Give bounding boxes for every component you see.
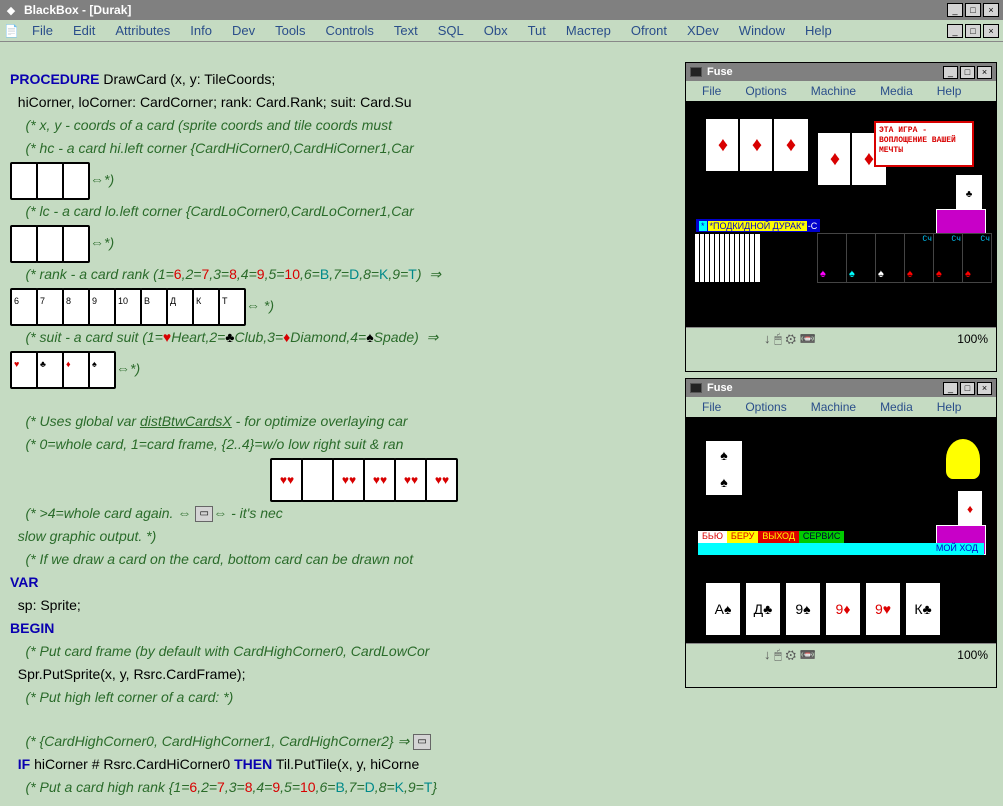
document-icon: 📄 <box>4 24 18 38</box>
fuse-menu-options[interactable]: Options <box>733 398 798 416</box>
btn-beru[interactable]: БЕРУ <box>727 531 758 543</box>
action-bars: БЬЮ БЕРУ ВЫХОД СЕРВИС МОЙ ХОД <box>698 531 984 555</box>
overlay-sprites: ♥♥♥♥♥♥♥♥♥♥ <box>270 458 458 502</box>
fuse-window-2: Fuse _ □ × File Options Machine Media He… <box>685 378 997 688</box>
hand-card[interactable]: 9♠ <box>784 581 822 637</box>
fuse2-screen: ♠♠ ♦ БЬЮ БЕРУ ВЫХОД СЕРВИС МОЙ ХОД A♠ Д♣… <box>686 417 996 643</box>
fuse-menu-media[interactable]: Media <box>868 398 925 416</box>
zoom-level: 100% <box>957 648 988 662</box>
menu-controls[interactable]: Controls <box>315 21 383 40</box>
fuse-menu-help[interactable]: Help <box>925 398 974 416</box>
fuse-icon <box>690 383 702 393</box>
kw-var: VAR <box>10 574 39 590</box>
dealer-face-icon <box>946 439 980 479</box>
side-card: ♦ <box>956 489 984 529</box>
kw-begin: BEGIN <box>10 620 54 636</box>
doc-window-buttons: _ □ × <box>947 24 999 38</box>
doc-close-button[interactable]: × <box>983 24 999 38</box>
fuse-menu-file[interactable]: File <box>690 398 733 416</box>
fuse-menu-machine[interactable]: Machine <box>799 82 868 100</box>
status-icons: ↓ 🖱 ⚙ 📼 <box>764 647 816 663</box>
opponent-stack <box>696 233 761 283</box>
inline-nav-button[interactable]: ▭ <box>413 734 431 750</box>
window-buttons: _ □ × <box>947 3 999 17</box>
hand-card[interactable]: A♠ <box>704 581 742 637</box>
zoom-level: 100% <box>957 332 988 346</box>
menu-tools[interactable]: Tools <box>265 21 315 40</box>
fuse-menu-media[interactable]: Media <box>868 82 925 100</box>
app-icon: ◆ <box>4 3 18 17</box>
hi-corner-sprites <box>10 162 90 200</box>
menu-obx[interactable]: Obx <box>474 21 518 40</box>
fuse2-titlebar: Fuse _ □ × <box>686 379 996 397</box>
fuse1-statusbar: ↓ 🖱 ⚙ 📼 100% <box>686 327 996 349</box>
menu-dev[interactable]: Dev <box>222 21 265 40</box>
turn-indicator: МОЙ ХОД <box>698 543 984 555</box>
kw-procedure: PROCEDURE <box>10 71 99 87</box>
menu-ofront[interactable]: Ofront <box>621 21 677 40</box>
close-button[interactable]: × <box>983 3 999 17</box>
fuse1-maximize-button[interactable]: □ <box>960 66 975 79</box>
btn-vyhod[interactable]: ВЫХОД <box>758 531 799 543</box>
fuse1-menubar: File Options Machine Media Help <box>686 81 996 101</box>
dream-bubble: ЭТА ИГРА - ВОПЛОЩЕНИЕ ВАШЕЙ МЕЧТЫ <box>874 121 974 167</box>
maximize-button[interactable]: □ <box>965 3 981 17</box>
menu-master[interactable]: Мастер <box>556 21 621 40</box>
status-icons: ↓ 🖱 ⚙ 📼 <box>764 331 816 347</box>
fuse-menu-machine[interactable]: Machine <box>799 398 868 416</box>
fuse1-screen: ♦ ♦ ♦ ♦ ♦ ЭТА ИГРА - ВОПЛОЩЕНИЕ ВАШЕЙ МЕ… <box>686 101 996 327</box>
fuse2-minimize-button[interactable]: _ <box>943 382 958 395</box>
game-title-bar: **ПОДКИДНОЙ ДУРАК*-C <box>696 219 820 232</box>
fuse2-close-button[interactable]: × <box>977 382 992 395</box>
menu-tut[interactable]: Tut <box>518 21 556 40</box>
fuse2-statusbar: ↓ 🖱 ⚙ 📼 100% <box>686 643 996 665</box>
trump-card: ♠♠ <box>704 439 744 497</box>
fuse2-maximize-button[interactable]: □ <box>960 382 975 395</box>
menu-file[interactable]: File <box>22 21 63 40</box>
main-menubar: 📄 File Edit Attributes Info Dev Tools Co… <box>0 20 1003 42</box>
fuse-menu-options[interactable]: Options <box>733 82 798 100</box>
menu-info[interactable]: Info <box>180 21 222 40</box>
menu-xdev[interactable]: XDev <box>677 21 729 40</box>
hand-card[interactable]: 9♦ <box>824 581 862 637</box>
menu-sql[interactable]: SQL <box>428 21 474 40</box>
fuse1-titlebar: Fuse _ □ × <box>686 63 996 81</box>
doc-restore-button[interactable]: □ <box>965 24 981 38</box>
menu-attributes[interactable]: Attributes <box>105 21 180 40</box>
player-hand: ♠ ♠ ♠ Cч♠ Cч♠ Cч♠ <box>818 233 992 283</box>
window-title: BlackBox - [Durak] <box>24 3 947 17</box>
hand-card[interactable]: К♣ <box>904 581 942 637</box>
minimize-button[interactable]: _ <box>947 3 963 17</box>
menu-edit[interactable]: Edit <box>63 21 105 40</box>
hand-card[interactable]: 9♥ <box>864 581 902 637</box>
suit-sprites: ♥♣♦♠ <box>10 351 116 389</box>
main-titlebar: ◆ BlackBox - [Durak] _ □ × <box>0 0 1003 20</box>
hand-card[interactable]: Д♣ <box>744 581 782 637</box>
fuse1-close-button[interactable]: × <box>977 66 992 79</box>
lo-corner-sprites <box>10 225 90 263</box>
fuse-icon <box>690 67 702 77</box>
player-hand: A♠ Д♣ 9♠ 9♦ 9♥ К♣ <box>704 581 942 637</box>
inline-nav-button[interactable]: ▭ <box>195 506 213 522</box>
menu-help[interactable]: Help <box>795 21 842 40</box>
fuse2-menubar: File Options Machine Media Help <box>686 397 996 417</box>
fuse-menu-help[interactable]: Help <box>925 82 974 100</box>
menu-text[interactable]: Text <box>384 21 428 40</box>
fuse1-minimize-button[interactable]: _ <box>943 66 958 79</box>
btn-byu[interactable]: БЬЮ <box>698 531 727 543</box>
menu-window[interactable]: Window <box>729 21 795 40</box>
fuse-window-1: Fuse _ □ × File Options Machine Media He… <box>685 62 997 372</box>
doc-minimize-button[interactable]: _ <box>947 24 963 38</box>
fuse-menu-file[interactable]: File <box>690 82 733 100</box>
rank-sprites: 678910ВДКТ <box>10 288 246 326</box>
btn-servis[interactable]: СЕРВИС <box>799 531 844 543</box>
